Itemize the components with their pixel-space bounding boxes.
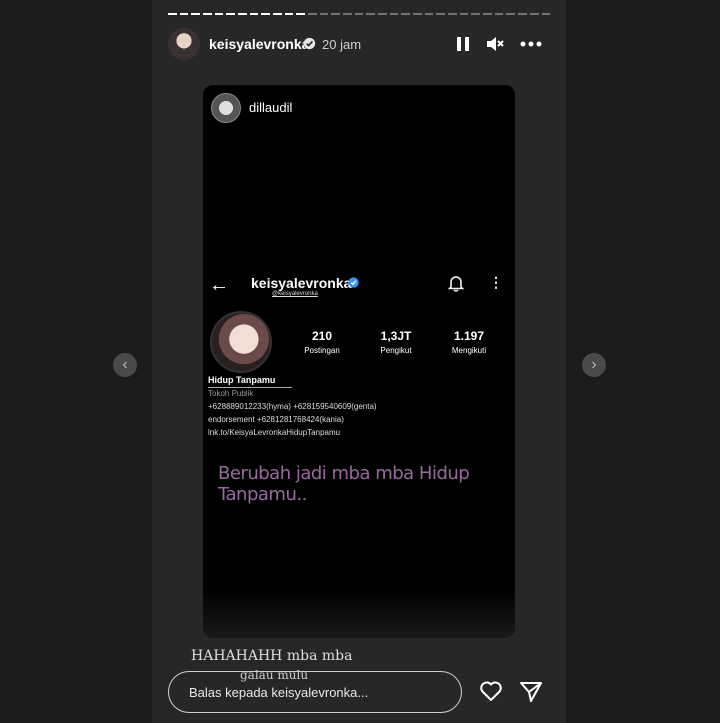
progress-segment bbox=[214, 13, 224, 15]
bio-line: +628889012233(hyma) +628159540609(genta) bbox=[208, 402, 377, 411]
progress-segment bbox=[494, 13, 504, 15]
progress-segment bbox=[343, 13, 352, 15]
bell-icon bbox=[448, 276, 464, 292]
pause-icon[interactable] bbox=[453, 34, 473, 54]
stat-value: 210 bbox=[311, 329, 333, 343]
stat-followers: 1,3JT Pengikut bbox=[361, 329, 431, 355]
bio-line: endorsement +6281281768424(kania) bbox=[208, 415, 344, 424]
stat-posts: 210 Postingan bbox=[287, 329, 357, 355]
bio-category: Tokoh Publik bbox=[208, 389, 254, 398]
chevron-right-icon: › bbox=[591, 356, 597, 373]
verified-icon bbox=[348, 277, 359, 288]
bio-name: Hidup Tanpamu bbox=[208, 375, 292, 388]
progress-segment bbox=[319, 13, 329, 15]
stat-label: Pengikut bbox=[380, 346, 412, 355]
progress-segment bbox=[226, 13, 236, 15]
stat-label: Postingan bbox=[304, 346, 340, 355]
progress-segment bbox=[529, 13, 539, 15]
back-arrow-icon: ← bbox=[209, 274, 229, 296]
progress-segment bbox=[518, 13, 527, 15]
handwritten-note: HAHAHAHH mba mba bbox=[191, 648, 353, 664]
progress-segment bbox=[448, 13, 457, 15]
bio-link: lnk.to/KeisyaLevronkaHidupTanpamu bbox=[208, 428, 341, 437]
heart-icon[interactable] bbox=[479, 680, 503, 702]
progress-segment bbox=[401, 13, 411, 15]
mute-icon[interactable] bbox=[485, 34, 505, 54]
progress-segment bbox=[238, 13, 247, 15]
stat-label: Mengikuti bbox=[451, 346, 487, 355]
profile-picture bbox=[210, 311, 272, 373]
progress-segment bbox=[471, 13, 481, 15]
progress-segment bbox=[308, 13, 317, 15]
progress-segment bbox=[459, 13, 469, 15]
progress-segment bbox=[483, 13, 492, 15]
progress-segment bbox=[389, 13, 399, 15]
progress-segment bbox=[354, 13, 364, 15]
story-caption: Berubah jadi mba mba Hidup Tanpamu.. bbox=[218, 463, 470, 505]
story-username[interactable]: keisyalevronka bbox=[209, 36, 309, 52]
stat-following: 1.197 Mengikuti bbox=[434, 329, 504, 355]
progress-segment bbox=[191, 13, 201, 15]
previous-story-button[interactable]: ‹ bbox=[113, 353, 137, 377]
progress-segment bbox=[249, 13, 259, 15]
progress-segment bbox=[296, 13, 306, 15]
progress-segment bbox=[378, 13, 387, 15]
progress-segment bbox=[284, 13, 294, 15]
reposter-avatar[interactable] bbox=[211, 93, 241, 123]
reply-input[interactable] bbox=[168, 671, 462, 713]
story-progress-bar bbox=[168, 13, 551, 16]
progress-segment bbox=[331, 13, 341, 15]
progress-segment bbox=[203, 13, 212, 15]
reposted-story-screenshot: dillaudil ← keisyalevronka @keisyalevron… bbox=[203, 85, 515, 638]
verified-icon bbox=[303, 37, 316, 50]
stat-value: 1,3JT bbox=[380, 329, 412, 343]
progress-segment bbox=[541, 13, 551, 15]
bottom-fade bbox=[203, 588, 515, 638]
progress-segment bbox=[179, 13, 189, 15]
progress-segment bbox=[261, 13, 271, 15]
reposter-username[interactable]: dillaudil bbox=[249, 100, 292, 115]
progress-segment bbox=[506, 13, 516, 15]
next-story-button[interactable]: › bbox=[582, 353, 606, 377]
progress-segment bbox=[273, 13, 282, 15]
profile-name: keisyalevronka bbox=[251, 275, 352, 291]
profile-handle: @keisyalevronka bbox=[272, 291, 318, 297]
progress-segment bbox=[366, 13, 376, 15]
avatar[interactable] bbox=[168, 28, 200, 60]
send-icon[interactable] bbox=[519, 680, 543, 704]
progress-segment bbox=[424, 13, 434, 15]
chevron-left-icon: ‹ bbox=[122, 356, 128, 373]
stat-value: 1.197 bbox=[453, 329, 485, 343]
kebab-menu-icon: ⋮ bbox=[489, 274, 503, 290]
progress-segment bbox=[436, 13, 446, 15]
progress-segment bbox=[413, 13, 422, 15]
progress-segment bbox=[168, 13, 177, 15]
story-timestamp: 20 jam bbox=[322, 37, 362, 52]
more-icon[interactable] bbox=[520, 34, 542, 54]
